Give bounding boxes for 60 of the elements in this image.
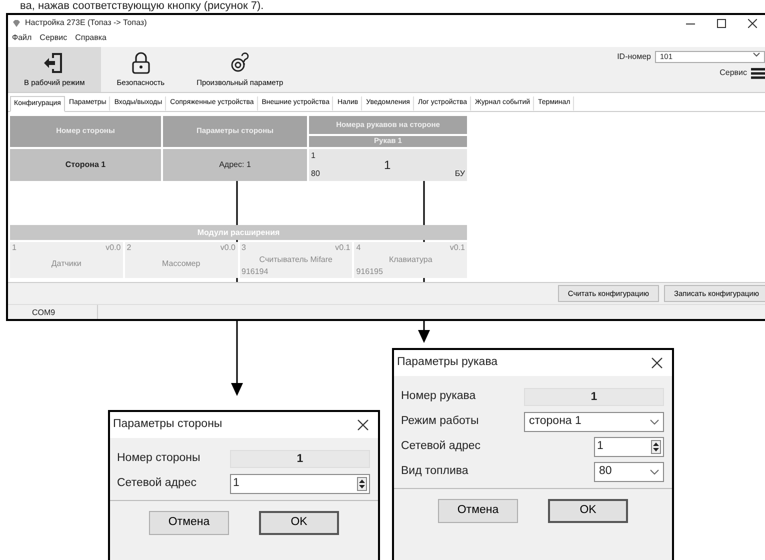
module-version: v0.0: [220, 242, 236, 254]
window-title: Настройка 273E (Топаз -> Топаз): [25, 17, 147, 29]
hose-mode: БУ: [454, 168, 465, 180]
lock-icon: [130, 52, 152, 74]
module-name: Клавиатура: [388, 254, 434, 266]
id-label: ID-номер: [617, 51, 651, 63]
status-port: COM9: [8, 305, 98, 319]
section-header: Модули расширения: [10, 224, 467, 240]
field-label: Сетевой адрес: [401, 438, 482, 454]
hose-address: 1: [311, 150, 316, 162]
module-slot: 4: [356, 242, 361, 254]
menu-item[interactable]: Сервис: [40, 32, 68, 44]
module-name: Датчики: [50, 258, 82, 270]
menu-item[interactable]: Файл: [12, 32, 32, 44]
dialog-title: Параметры стороны: [113, 417, 222, 432]
module-name: Считыватель Mifare: [258, 254, 334, 266]
field-label: Номер стороны: [117, 450, 202, 466]
hose-cell[interactable]: 1 1 80 БУ: [309, 148, 467, 180]
maximize-icon: [717, 18, 726, 28]
field-label: Номер рукава: [401, 388, 477, 404]
readonly-field: 1: [524, 388, 664, 406]
hose-fuel: 80: [311, 168, 320, 180]
field-label: Сетевой адрес: [117, 476, 198, 491]
dropdown[interactable]: 80: [594, 462, 664, 482]
readonly-field: 1: [230, 450, 370, 468]
module-serial: 916195: [356, 266, 384, 278]
module-version: v0.1: [450, 242, 465, 254]
caption-text: ва, нажав соответствующую кнопку (рисунок 7).: [20, 0, 264, 12]
service-label: Сервис: [720, 67, 747, 79]
module-serial: 916194: [242, 266, 270, 278]
spin-field[interactable]: 1: [594, 436, 664, 456]
close-icon: [748, 18, 757, 28]
spin-arrows-icon: [651, 440, 661, 454]
dropdown[interactable]: сторона 1: [524, 412, 664, 432]
chevron-down-icon: [650, 468, 659, 474]
diamond-icon: [12, 18, 21, 28]
chevron-down-icon: [650, 418, 659, 424]
dialog-title: Параметры рукава: [397, 355, 498, 370]
module-slot: 1: [12, 242, 16, 258]
module-slot: 2: [126, 242, 132, 258]
dialog-button[interactable]: OK: [548, 499, 628, 523]
dialog-button[interactable]: Отмена: [438, 499, 518, 523]
dialog-button[interactable]: OK: [259, 511, 339, 535]
field-label: Режим работы: [401, 414, 480, 429]
spin-arrows-icon: [357, 476, 367, 490]
close-icon: [357, 418, 369, 431]
spin-field[interactable]: 1: [230, 474, 370, 494]
module-name: Массомер: [161, 258, 202, 270]
field-label: Вид топлива: [401, 464, 470, 479]
module-version: v0.1: [335, 242, 350, 254]
chevron-down-icon: [753, 52, 760, 57]
side-cell[interactable]: Сторона 1: [10, 148, 161, 180]
side-params-cell[interactable]: Адрес: 1: [163, 148, 307, 180]
module-slot: 3: [242, 242, 246, 254]
menu-icon: [751, 68, 765, 78]
module-version: v0.0: [106, 242, 121, 254]
hose-number: 1: [383, 156, 392, 174]
menu-item[interactable]: Справка: [75, 32, 106, 44]
dialog-button[interactable]: Отмена: [149, 511, 229, 535]
close-icon: [651, 356, 663, 369]
